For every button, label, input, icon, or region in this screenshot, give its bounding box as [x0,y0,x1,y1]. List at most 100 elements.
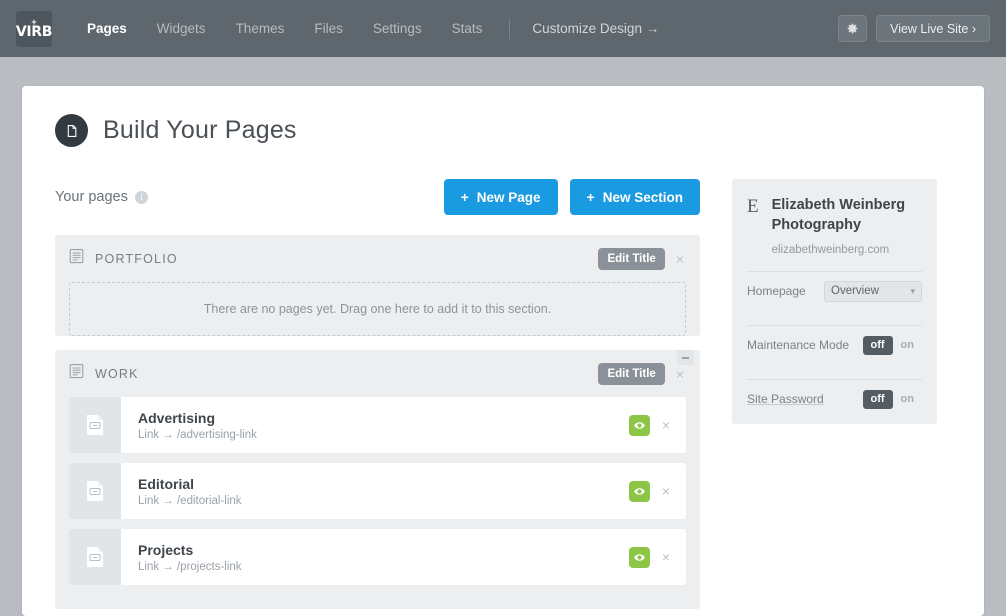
section-header: WORK Edit Title × [55,350,700,397]
link-page-icon[interactable] [69,397,121,453]
edit-title-button[interactable]: Edit Title [598,362,665,385]
nav-item-themes[interactable]: Themes [221,15,300,42]
toggle-on-label[interactable]: on [893,336,922,355]
close-icon[interactable]: × [660,484,672,498]
virb-logo-icon[interactable]: + VIRB [15,10,53,47]
page-title-text: Projects [138,541,194,558]
close-icon[interactable]: × [674,367,686,381]
setting-label: Maintenance Mode [747,338,850,353]
list-item-text: Projects Link → /projects-link [138,542,242,573]
maintenance-mode-toggle[interactable]: off on [862,335,923,355]
logo-wordmark: VIRB [15,23,53,40]
list-item-actions: × [628,414,672,436]
nav-item-widgets[interactable]: Widgets [142,15,221,42]
page-link-text: Link → /projects-link [138,560,242,573]
nav-separator [509,18,511,39]
setting-homepage: Homepage Overview ▾ [747,272,922,310]
site-domain: elizabethweinberg.com [771,244,890,257]
section-header: PORTFOLIO Edit Title × [55,235,700,282]
main-nav: Pages Widgets Themes Files Settings Stat… [72,15,669,42]
nav-item-files[interactable]: Files [299,15,358,42]
toggle-off-label[interactable]: off [862,389,893,409]
site-identity-text: Elizabeth Weinberg Photography elizabeth… [772,196,922,256]
view-live-site-button[interactable]: View Live Site › [876,15,990,42]
page-stage: Build Your Pages Your pages i + New Page… [0,57,1006,616]
page-title-text: Editorial [138,475,195,492]
content-columns: Your pages i + New Page + New Section PO… [55,179,951,616]
site-settings-column: E Elizabeth Weinberg Photography elizabe… [732,179,937,616]
info-icon[interactable]: i [134,190,148,204]
pages-actions: + New Page + New Section [443,179,700,215]
section-title: PORTFOLIO [95,251,178,266]
list-item-text: Advertising Link → /advertising-link [138,410,257,441]
homepage-select-value: Overview [831,285,879,298]
chevron-down-icon: ▾ [910,285,915,296]
new-section-button[interactable]: + New Section [569,179,700,215]
empty-section-dropzone[interactable]: There are no pages yet. Drag one here to… [69,282,686,336]
page-link-text: Link → /advertising-link [138,428,257,441]
main-content-card: Build Your Pages Your pages i + New Page… [22,86,984,616]
gear-icon[interactable] [838,15,868,42]
page-header: Build Your Pages [55,114,951,147]
setting-control: off on [862,389,923,409]
nav-item-stats[interactable]: Stats [437,15,498,42]
setting-label: Homepage [747,284,806,299]
list-item-actions: × [628,480,672,502]
nav-item-settings[interactable]: Settings [358,15,437,42]
setting-control: off on [862,335,923,355]
list-item[interactable]: Advertising Link → /advertising-link × [69,397,686,453]
plus-icon: + [586,189,595,205]
page-link-text: Link → /editorial-link [138,494,242,507]
setting-control: Overview ▾ [824,280,922,302]
setting-site-password: Site Password off on [747,380,922,418]
link-page-icon[interactable] [69,529,121,585]
list-item-body: Editorial Link → /editorial-link × [121,463,686,519]
new-page-button[interactable]: + New Page [443,179,558,215]
collapse-section-button[interactable] [677,350,694,365]
close-icon[interactable]: × [674,252,686,266]
site-identity: E Elizabeth Weinberg Photography elizabe… [747,196,922,256]
link-page-icon[interactable] [69,463,121,519]
site-password-toggle[interactable]: off on [862,389,923,409]
list-item-text: Editorial Link → /editorial-link [138,476,242,507]
customize-design-link[interactable]: Customize Design → [522,15,669,42]
edit-title-button[interactable]: Edit Title [598,247,665,270]
section-actions: Edit Title × [598,247,686,270]
setting-maintenance-mode: Maintenance Mode off on [747,326,922,364]
toggle-off-label[interactable]: off [862,335,893,355]
pages-subheader: Your pages i + New Page + New Section [55,179,700,215]
page-title: Build Your Pages [103,116,297,144]
nav-item-pages[interactable]: Pages [72,15,142,42]
eye-icon[interactable] [628,480,650,502]
site-info-panel: E Elizabeth Weinberg Photography elizabe… [732,179,937,425]
eye-icon[interactable] [628,546,650,568]
section-work: WORK Edit Title × Advertising Link → /ad… [55,350,700,609]
avatar: E [747,196,759,217]
plus-icon: + [460,189,469,205]
empty-section-message: There are no pages yet. Drag one here to… [203,302,552,316]
toggle-on-label[interactable]: on [893,390,922,409]
page-title-text: Advertising [138,409,216,426]
new-section-label: New Section [602,189,683,205]
setting-label[interactable]: Site Password [747,392,824,406]
page-list: Advertising Link → /advertising-link × E… [55,397,700,609]
eye-icon[interactable] [628,414,650,436]
section-list-icon [69,248,84,269]
close-icon[interactable]: × [660,418,672,432]
list-item[interactable]: Projects Link → /projects-link × [69,529,686,585]
section-list-icon [69,363,84,384]
section-actions: Edit Title × [598,362,686,385]
list-item[interactable]: Editorial Link → /editorial-link × [69,463,686,519]
topbar-actions: View Live Site › [838,15,990,42]
section-portfolio: PORTFOLIO Edit Title × There are no page… [55,235,700,336]
list-item-body: Projects Link → /projects-link × [121,529,686,585]
close-icon[interactable]: × [660,550,672,564]
new-page-label: New Page [476,189,541,205]
top-navigation-bar: + VIRB Pages Widgets Themes Files Settin… [0,0,1006,57]
document-icon [55,114,88,147]
your-pages-label: Your pages [55,189,128,205]
section-title: WORK [95,366,139,381]
homepage-select[interactable]: Overview ▾ [824,280,922,302]
pages-column: Your pages i + New Page + New Section PO… [55,179,700,616]
site-name: Elizabeth Weinberg Photography [771,197,906,233]
